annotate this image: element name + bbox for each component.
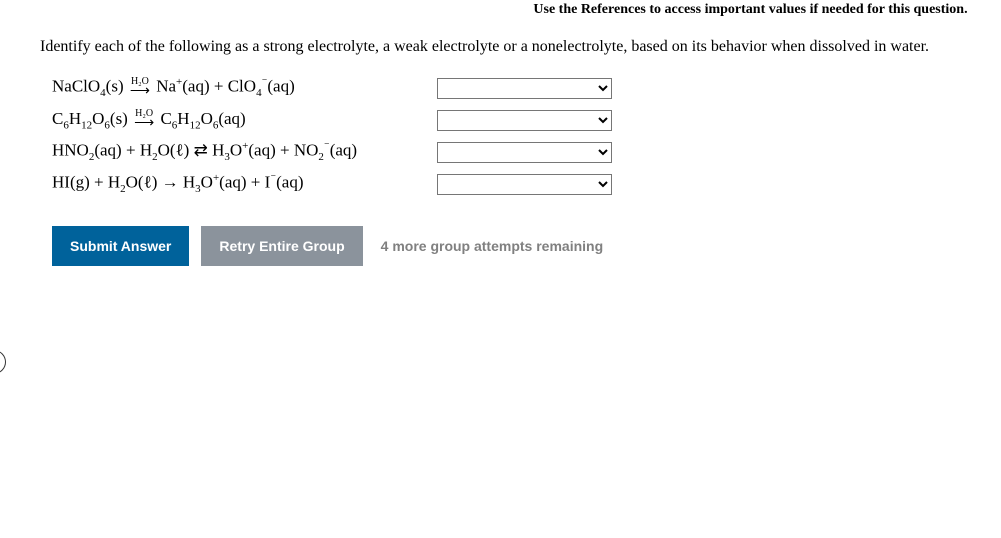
submit-answer-button[interactable]: Submit Answer xyxy=(52,226,189,266)
eq3-plus2: + xyxy=(280,141,290,160)
eq3-r3s: 2 xyxy=(318,151,324,163)
equation-row-1: NaClO4(s) H₂O ⟶ Na+(aq) + ClO4⁻(aq) xyxy=(52,74,961,102)
question-content: Identify each of the following as a stro… xyxy=(0,18,1001,266)
attempts-remaining: 4 more group attempts remaining xyxy=(381,238,603,254)
eq1-plus: + xyxy=(214,77,224,96)
eq2-state1: (s) xyxy=(110,109,128,128)
eq2-r3: O xyxy=(201,109,213,128)
eq2-arrow: H₂O ⟶ xyxy=(134,109,154,131)
equation-3: HNO2(aq) + H2O(ℓ) ⇄ H3O+(aq) + NO2⁻(aq) xyxy=(52,140,437,163)
select-eq2[interactable] xyxy=(437,110,612,131)
eq4-l3: O(ℓ) xyxy=(126,173,158,192)
eq4-l1: HI(g) xyxy=(52,173,90,192)
retry-group-button[interactable]: Retry Entire Group xyxy=(201,226,362,266)
eq3-l1st: (aq) xyxy=(94,141,121,160)
eq2-l2s: 12 xyxy=(81,119,92,131)
eq1-arrow: H₂O ⟶ xyxy=(130,77,150,99)
eq1-state1: (s) xyxy=(106,77,124,96)
select-eq3[interactable] xyxy=(437,142,612,163)
button-row: Submit Answer Retry Entire Group 4 more … xyxy=(40,226,961,266)
equation-row-4: HI(g) + H2O(ℓ) → H3O+(aq) + I⁻(aq) xyxy=(52,170,961,198)
equation-1: NaClO4(s) H₂O ⟶ Na+(aq) + ClO4⁻(aq) xyxy=(52,76,437,99)
eq3-r3: NO xyxy=(294,141,319,160)
eq3-r2: O xyxy=(230,141,242,160)
equation-2: C6H12O6(s) H₂O ⟶ C6H12O6(aq) xyxy=(52,109,437,131)
eq4-arrow: → xyxy=(162,173,179,192)
eq1-r1-state: (aq) xyxy=(182,77,209,96)
eq1-left: NaClO xyxy=(52,77,100,96)
eq2-l3: O xyxy=(92,109,104,128)
eq4-plus2: + xyxy=(251,173,261,192)
eq3-r2st: (aq) xyxy=(248,141,275,160)
eq2-arrow-sym: ⟶ xyxy=(134,117,154,131)
equation-4: HI(g) + H2O(ℓ) → H3O+(aq) + I⁻(aq) xyxy=(52,172,437,195)
eq3-l3: O(ℓ) xyxy=(158,141,190,160)
eq2-rstate: (aq) xyxy=(218,109,245,128)
eq2-r1: C xyxy=(160,109,171,128)
eq2-r2s: 12 xyxy=(190,119,201,131)
side-tab-icon[interactable] xyxy=(0,350,6,374)
question-text: Identify each of the following as a stro… xyxy=(40,38,961,56)
eq1-r2: ClO xyxy=(228,77,256,96)
eq4-plus1: + xyxy=(94,173,104,192)
eq4-r2: O xyxy=(201,173,213,192)
eq3-arrow: ⇄ xyxy=(194,141,208,160)
equations-block: NaClO4(s) H₂O ⟶ Na+(aq) + ClO4⁻(aq) C6H1… xyxy=(40,74,961,198)
equation-row-3: HNO2(aq) + H2O(ℓ) ⇄ H3O+(aq) + NO2⁻(aq) xyxy=(52,138,961,166)
eq3-plus1: + xyxy=(126,141,136,160)
eq2-l1: C xyxy=(52,109,63,128)
references-note: Use the References to access important v… xyxy=(0,0,1001,18)
equation-row-2: C6H12O6(s) H₂O ⟶ C6H12O6(aq) xyxy=(52,106,961,134)
eq4-r1: H xyxy=(183,173,195,192)
eq3-r3st: (aq) xyxy=(330,141,357,160)
eq2-l2: H xyxy=(69,109,81,128)
select-eq1[interactable] xyxy=(437,78,612,99)
eq3-l2: H xyxy=(140,141,152,160)
eq4-r3st: (aq) xyxy=(276,173,303,192)
eq1-r2-sub: 4 xyxy=(256,87,262,99)
eq4-r2st: (aq) xyxy=(219,173,246,192)
eq3-l1: HNO xyxy=(52,141,89,160)
eq1-r2-state: (aq) xyxy=(267,77,294,96)
eq1-r1: Na xyxy=(156,77,176,96)
eq1-arrow-sym: ⟶ xyxy=(130,85,150,99)
select-eq4[interactable] xyxy=(437,174,612,195)
eq3-r1: H xyxy=(212,141,224,160)
eq2-r2: H xyxy=(177,109,189,128)
eq4-l2: H xyxy=(108,173,120,192)
